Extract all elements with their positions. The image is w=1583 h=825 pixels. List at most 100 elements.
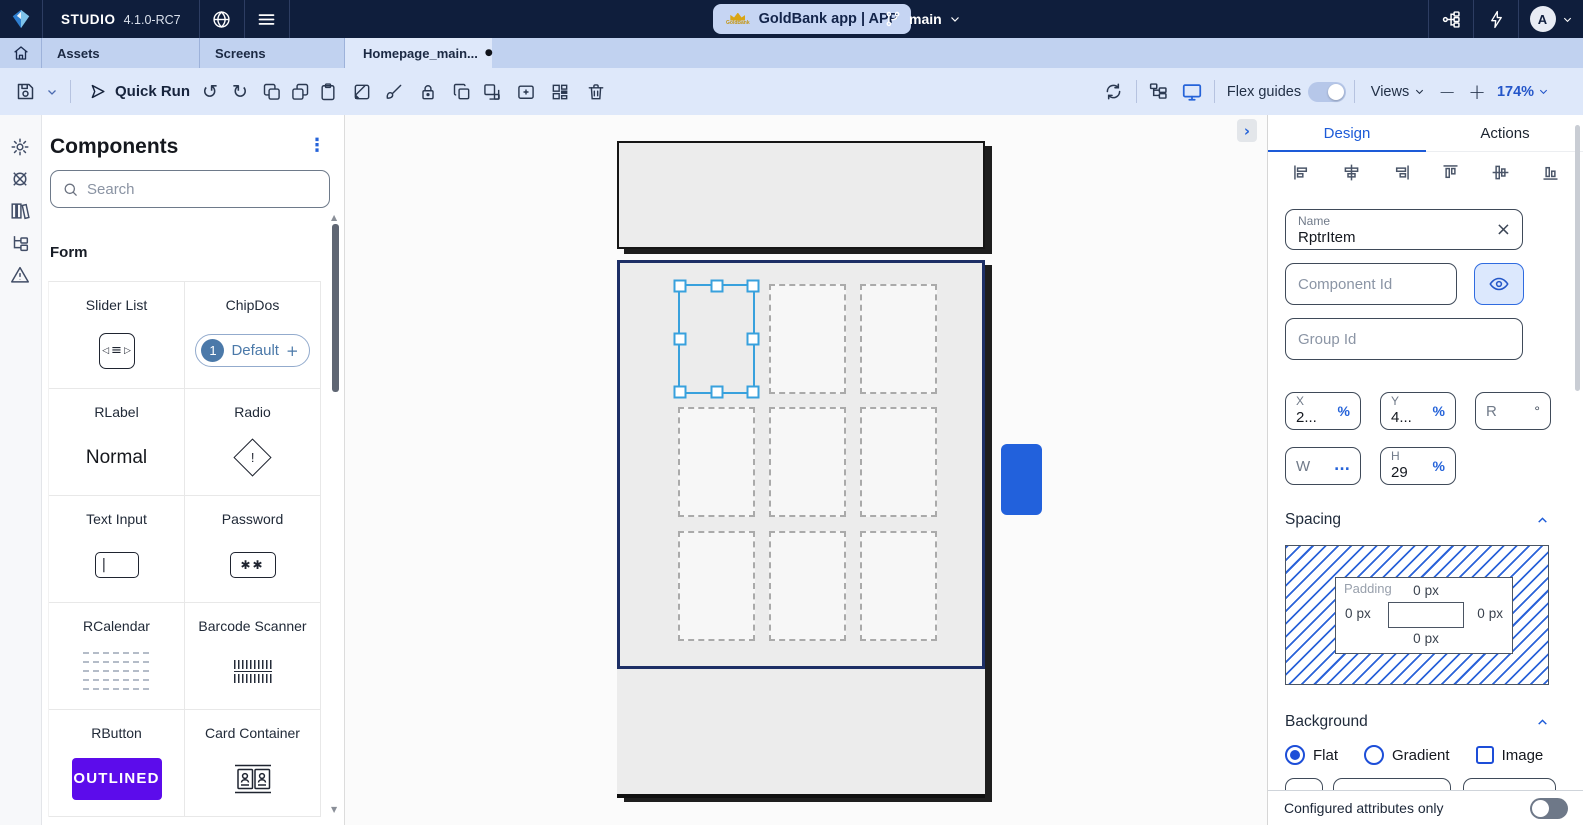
- component-rlabel[interactable]: RLabel Normal: [49, 389, 185, 496]
- bring-forward-button[interactable]: [448, 68, 476, 115]
- align-center-vertical-button[interactable]: [1490, 162, 1511, 183]
- component-text-input[interactable]: Text Input |: [49, 496, 185, 603]
- components-menu-button[interactable]: ⋮: [306, 135, 328, 159]
- padding-left-value[interactable]: 0px: [1345, 606, 1371, 621]
- repeater-item-selected[interactable]: [678, 284, 755, 394]
- screen-body-section[interactable]: [617, 260, 985, 669]
- flex-guides-toggle[interactable]: [1306, 68, 1348, 115]
- name-field[interactable]: Name RptrItem ×: [1285, 209, 1523, 250]
- library-rail-button[interactable]: [9, 200, 33, 224]
- spacing-section-header[interactable]: Spacing: [1285, 505, 1549, 535]
- height-field[interactable]: H29 %: [1380, 447, 1456, 485]
- paste-button[interactable]: [314, 68, 342, 115]
- padding-bottom-value[interactable]: 0px: [1388, 631, 1464, 646]
- screen-header-section[interactable]: [617, 141, 985, 249]
- hierarchy-rail-button[interactable]: [9, 232, 33, 256]
- zoom-level-dropdown[interactable]: 174%: [1494, 68, 1552, 115]
- content-rect[interactable]: [1388, 602, 1464, 628]
- undo-button[interactable]: ↺: [196, 68, 224, 115]
- resize-handle-ne[interactable]: [747, 280, 760, 293]
- branch-selector[interactable]: main: [884, 0, 961, 38]
- component-id-field[interactable]: [1285, 263, 1457, 305]
- component-password[interactable]: Password ✱✱: [185, 496, 321, 603]
- zoom-in-button[interactable]: +: [1464, 68, 1490, 115]
- tab-homepage-main-active[interactable]: Homepage_main... ●: [345, 38, 492, 68]
- warnings-rail-button[interactable]: [9, 264, 33, 288]
- resize-handle-sw[interactable]: [674, 386, 687, 399]
- padding-right-value[interactable]: 0px: [1477, 606, 1503, 621]
- configured-attributes-toggle[interactable]: [1530, 798, 1568, 819]
- resize-handle-w[interactable]: [674, 333, 687, 346]
- save-options-button[interactable]: [42, 68, 62, 115]
- views-dropdown[interactable]: Views: [1366, 68, 1430, 115]
- x-field[interactable]: X2... %: [1285, 392, 1361, 430]
- settings-rail-button[interactable]: [9, 136, 33, 160]
- resources-rail-button[interactable]: [9, 168, 33, 192]
- group-id-field[interactable]: [1285, 318, 1523, 360]
- spacing-diagram[interactable]: Padding 0px 0px 0px 0px: [1285, 545, 1549, 685]
- style-brush-button[interactable]: [380, 68, 408, 115]
- component-rcalendar[interactable]: RCalendar: [49, 603, 185, 710]
- scroll-down-arrow[interactable]: ▼: [331, 805, 337, 814]
- screen-footer-section[interactable]: [617, 669, 985, 798]
- repeater-item-placeholder[interactable]: [678, 407, 755, 517]
- tab-screens[interactable]: Screens: [200, 38, 345, 68]
- send-backward-button[interactable]: [478, 68, 506, 115]
- scroll-up-arrow[interactable]: ▲: [331, 213, 337, 222]
- design-canvas[interactable]: ›: [345, 115, 1267, 825]
- quick-actions-button[interactable]: [1474, 0, 1518, 38]
- lock-button[interactable]: [414, 68, 442, 115]
- align-bottom-button[interactable]: [1540, 162, 1561, 183]
- copy-button[interactable]: [258, 68, 286, 115]
- width-field[interactable]: W ...: [1285, 447, 1361, 485]
- floating-blue-element[interactable]: [1001, 444, 1042, 515]
- align-center-horizontal-button[interactable]: [1341, 162, 1362, 183]
- search-input[interactable]: [87, 181, 318, 198]
- align-top-button[interactable]: [1440, 162, 1461, 183]
- theme-button[interactable]: [348, 68, 376, 115]
- tab-assets[interactable]: Assets: [42, 38, 200, 68]
- refresh-button[interactable]: [1098, 68, 1128, 115]
- repeater-item-placeholder[interactable]: [860, 407, 937, 517]
- repeater-item-placeholder[interactable]: [678, 531, 755, 641]
- y-field[interactable]: Y4... %: [1380, 392, 1456, 430]
- screen-view-button[interactable]: [1176, 68, 1208, 115]
- visibility-button[interactable]: [1474, 263, 1524, 305]
- background-section-header[interactable]: Background: [1285, 707, 1549, 737]
- component-slider-list[interactable]: Slider List ◁≡▷: [49, 282, 185, 389]
- main-menu-button[interactable]: [245, 0, 289, 38]
- home-button[interactable]: [0, 38, 42, 68]
- repeater-item-placeholder[interactable]: [769, 284, 846, 394]
- app-switcher-pill[interactable]: GoldBank GoldBank app | APP: [713, 4, 911, 34]
- components-scrollbar[interactable]: [332, 224, 339, 392]
- tree-view-button[interactable]: [1142, 68, 1174, 115]
- gradient-radio[interactable]: [1364, 745, 1384, 765]
- align-left-button[interactable]: [1291, 162, 1312, 183]
- resize-handle-nw[interactable]: [674, 280, 687, 293]
- resize-handle-n[interactable]: [710, 280, 723, 293]
- resize-handle-e[interactable]: [747, 333, 760, 346]
- component-rbutton[interactable]: RButton OUTLINED: [49, 710, 185, 817]
- padding-top-value[interactable]: 0px: [1388, 583, 1464, 598]
- delete-button[interactable]: [582, 68, 610, 115]
- component-id-input[interactable]: [1286, 264, 1456, 304]
- add-frame-button[interactable]: [512, 68, 540, 115]
- properties-scrollbar[interactable]: [1575, 125, 1580, 391]
- component-radio[interactable]: Radio !: [185, 389, 321, 496]
- component-card-container[interactable]: Card Container: [185, 710, 321, 817]
- duplicate-button[interactable]: [286, 68, 314, 115]
- layout-button[interactable]: [546, 68, 574, 115]
- zoom-out-button[interactable]: −: [1434, 68, 1460, 115]
- rotation-field[interactable]: R °: [1475, 392, 1551, 430]
- language-button[interactable]: [200, 0, 244, 38]
- clear-name-button[interactable]: ×: [1496, 219, 1511, 240]
- repeater-item-placeholder[interactable]: [860, 284, 937, 394]
- chevron-up-icon[interactable]: [1536, 716, 1549, 729]
- component-barcode-scanner[interactable]: Barcode Scanner: [185, 603, 321, 710]
- tab-design[interactable]: Design: [1268, 115, 1426, 151]
- studio-logo[interactable]: [0, 0, 42, 38]
- resize-handle-s[interactable]: [710, 386, 723, 399]
- align-right-button[interactable]: [1391, 162, 1412, 183]
- resize-handle-se[interactable]: [747, 386, 760, 399]
- panel-collapse-button[interactable]: ›: [1237, 119, 1257, 142]
